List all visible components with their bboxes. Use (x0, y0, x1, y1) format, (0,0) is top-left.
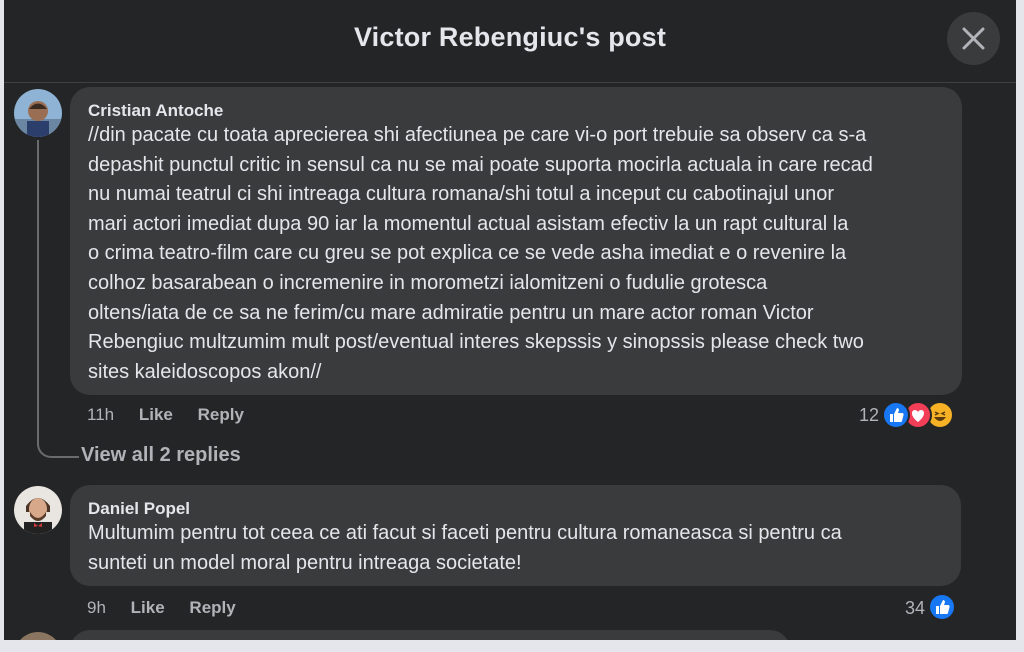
comment-bubble: Daniel Popel Multumim pentru tot ceea ce… (70, 485, 961, 586)
reply-button[interactable]: Reply (198, 405, 244, 424)
avatar[interactable] (14, 632, 62, 640)
like-icon (928, 593, 956, 621)
post-dialog: Victor Rebengiuc's post Cristian Antoche… (4, 0, 1016, 640)
comment-text: //din pacate cu toata aprecierea shi afe… (88, 124, 873, 383)
comment-time[interactable]: 9h (87, 598, 106, 617)
avatar[interactable] (14, 486, 62, 534)
comment-author[interactable]: Cristian Antoche (88, 101, 223, 121)
like-button[interactable]: Like (131, 598, 165, 617)
comment-bubble (70, 630, 790, 640)
reaction-count[interactable]: 34 (905, 598, 925, 619)
comment-actions: 11h Like Reply (87, 405, 244, 425)
comment-author[interactable]: Daniel Popel (88, 499, 190, 519)
like-icon (882, 401, 910, 429)
comment-text: Multumim pentru tot ceea ce ati facut si… (88, 522, 842, 574)
reaction-count[interactable]: 12 (859, 405, 879, 426)
like-button[interactable]: Like (139, 405, 173, 424)
comment-bubble: Cristian Antoche //din pacate cu toata a… (70, 87, 962, 395)
dialog-title: Victor Rebengiuc's post (353, 22, 667, 52)
comment-time[interactable]: 11h (87, 405, 114, 424)
close-icon (962, 27, 985, 50)
close-button[interactable] (947, 12, 1000, 65)
comment-actions: 9h Like Reply (87, 598, 236, 618)
view-replies-link[interactable]: View all 2 replies (81, 444, 241, 467)
dialog-header: Victor Rebengiuc's post (4, 0, 1016, 83)
avatar[interactable] (14, 89, 62, 137)
reply-button[interactable]: Reply (189, 598, 235, 617)
